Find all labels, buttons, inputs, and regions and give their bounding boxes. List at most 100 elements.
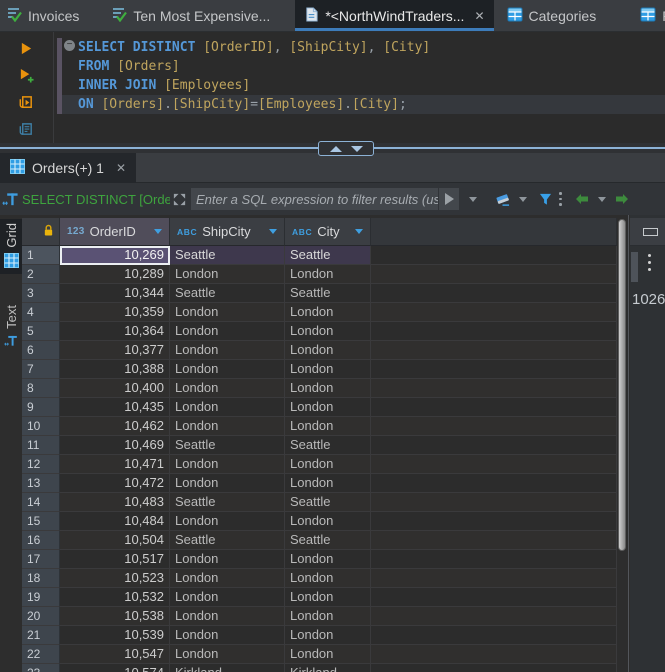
sql-code[interactable]: SELECT DISTINCT [OrderID], [ShipCity], […	[57, 38, 665, 114]
cell-shipcity[interactable]: London	[170, 417, 285, 436]
cell-orderid[interactable]: 10,344	[60, 284, 170, 303]
row-number[interactable]: 8	[22, 379, 60, 398]
cell-city[interactable]: London	[285, 474, 371, 493]
collapse-down-icon[interactable]	[351, 146, 363, 152]
navigation-dropdown-icon[interactable]	[598, 197, 606, 202]
filter-input[interactable]	[191, 192, 438, 207]
collapse-marker-icon[interactable]: −	[64, 40, 75, 51]
cell-orderid[interactable]: 10,269	[60, 246, 170, 265]
cell-shipcity[interactable]: London	[170, 474, 285, 493]
row-number[interactable]: 22	[22, 645, 60, 664]
cell-orderid[interactable]: 10,364	[60, 322, 170, 341]
cell-city[interactable]: London	[285, 588, 371, 607]
cell-shipcity[interactable]: London	[170, 265, 285, 284]
cell-shipcity[interactable]: London	[170, 550, 285, 569]
row-number[interactable]: 16	[22, 531, 60, 550]
table-row[interactable]: 310,344SeattleSeattle	[22, 284, 617, 303]
cell-orderid[interactable]: 10,532	[60, 588, 170, 607]
cell-city[interactable]: London	[285, 417, 371, 436]
tab-northwindtraders-active[interactable]: *<NorthWindTraders... ✕	[295, 0, 493, 31]
apply-filter-icon[interactable]	[439, 193, 459, 205]
cell-city[interactable]: Seattle	[285, 531, 371, 550]
cell-orderid[interactable]: 10,469	[60, 436, 170, 455]
row-number[interactable]: 10	[22, 417, 60, 436]
editor-results-sash[interactable]	[0, 143, 665, 153]
cell-city[interactable]: London	[285, 398, 371, 417]
tab-text-view[interactable]: Text	[0, 301, 22, 354]
row-number[interactable]: 17	[22, 550, 60, 569]
cell-shipcity[interactable]: London	[170, 398, 285, 417]
row-number[interactable]: 23	[22, 664, 60, 672]
row-number[interactable]: 3	[22, 284, 60, 303]
cell-shipcity[interactable]: Kirkland	[170, 664, 285, 672]
cell-orderid[interactable]: 10,377	[60, 341, 170, 360]
cell-city[interactable]: London	[285, 322, 371, 341]
panel-menu-icon[interactable]	[648, 254, 651, 271]
table-row[interactable]: 510,364LondonLondon	[22, 322, 617, 341]
column-dropdown-icon[interactable]	[355, 229, 363, 234]
tab-ten-most-expensive[interactable]: Ten Most Expensive...	[102, 0, 279, 31]
cell-orderid[interactable]: 10,388	[60, 360, 170, 379]
column-dropdown-icon[interactable]	[269, 229, 277, 234]
row-number[interactable]: 20	[22, 607, 60, 626]
table-row[interactable]: 1110,469SeattleSeattle	[22, 436, 617, 455]
row-number[interactable]: 11	[22, 436, 60, 455]
cell-shipcity[interactable]: London	[170, 455, 285, 474]
sql-line[interactable]: FROM [Orders]	[57, 57, 665, 76]
table-row[interactable]: 1510,484LondonLondon	[22, 512, 617, 531]
table-row[interactable]: 1310,472LondonLondon	[22, 474, 617, 493]
cell-orderid[interactable]: 10,483	[60, 493, 170, 512]
cell-shipcity[interactable]: London	[170, 322, 285, 341]
cell-orderid[interactable]: 10,523	[60, 569, 170, 588]
grid-corner-header[interactable]	[22, 218, 60, 246]
expand-filter-icon[interactable]	[172, 192, 187, 207]
cell-orderid[interactable]: 10,574	[60, 664, 170, 672]
cell-orderid[interactable]: 10,504	[60, 531, 170, 550]
execute-new-tab-icon[interactable]	[18, 67, 36, 84]
cell-city[interactable]: Seattle	[285, 436, 371, 455]
table-row[interactable]: 1410,483SeattleSeattle	[22, 493, 617, 512]
cell-shipcity[interactable]: London	[170, 341, 285, 360]
cell-city[interactable]: London	[285, 569, 371, 588]
execute-statement-icon[interactable]	[18, 40, 36, 57]
table-row[interactable]: 210,289LondonLondon	[22, 265, 617, 284]
row-number[interactable]: 14	[22, 493, 60, 512]
column-header-city[interactable]: ABC City	[285, 218, 371, 246]
previous-arrow-icon[interactable]	[574, 193, 590, 205]
filter-history-dropdown-icon[interactable]	[469, 197, 477, 202]
cell-city[interactable]: Kirkland	[285, 664, 371, 672]
tab-products[interactable]: Products	[631, 0, 665, 31]
column-header-shipcity[interactable]: ABC ShipCity	[170, 218, 285, 246]
sql-line[interactable]: ON [Orders].[ShipCity]=[Employees].[City…	[57, 95, 665, 114]
sql-line[interactable]: INNER JOIN [Employees]	[57, 76, 665, 95]
table-row[interactable]: 2110,539LondonLondon	[22, 626, 617, 645]
column-dropdown-icon[interactable]	[154, 229, 162, 234]
close-icon[interactable]: ✕	[474, 9, 484, 23]
row-number[interactable]: 4	[22, 303, 60, 322]
table-row[interactable]: 1210,471LondonLondon	[22, 455, 617, 474]
table-row[interactable]: 1610,504SeattleSeattle	[22, 531, 617, 550]
cell-shipcity[interactable]: London	[170, 379, 285, 398]
cell-orderid[interactable]: 10,517	[60, 550, 170, 569]
cell-shipcity[interactable]: Seattle	[170, 246, 285, 265]
cell-shipcity[interactable]: Seattle	[170, 531, 285, 550]
cell-shipcity[interactable]: London	[170, 569, 285, 588]
collapse-up-icon[interactable]	[330, 146, 342, 152]
cell-orderid[interactable]: 10,400	[60, 379, 170, 398]
table-row[interactable]: 1010,462LondonLondon	[22, 417, 617, 436]
cell-shipcity[interactable]: London	[170, 588, 285, 607]
cell-orderid[interactable]: 10,547	[60, 645, 170, 664]
cell-orderid[interactable]: 10,289	[60, 265, 170, 284]
row-number[interactable]: 15	[22, 512, 60, 531]
table-row[interactable]: 2310,574KirklandKirkland	[22, 664, 617, 672]
tab-categories[interactable]: Categories	[498, 0, 606, 31]
cell-city[interactable]: Seattle	[285, 284, 371, 303]
table-row[interactable]: 910,435LondonLondon	[22, 398, 617, 417]
close-icon[interactable]: ✕	[116, 161, 126, 175]
explain-plan-icon[interactable]	[18, 121, 36, 138]
row-number[interactable]: 18	[22, 569, 60, 588]
cell-shipcity[interactable]: London	[170, 626, 285, 645]
column-header-orderid[interactable]: 123 OrderID	[60, 218, 170, 246]
cell-city[interactable]: London	[285, 626, 371, 645]
cell-shipcity[interactable]: London	[170, 512, 285, 531]
